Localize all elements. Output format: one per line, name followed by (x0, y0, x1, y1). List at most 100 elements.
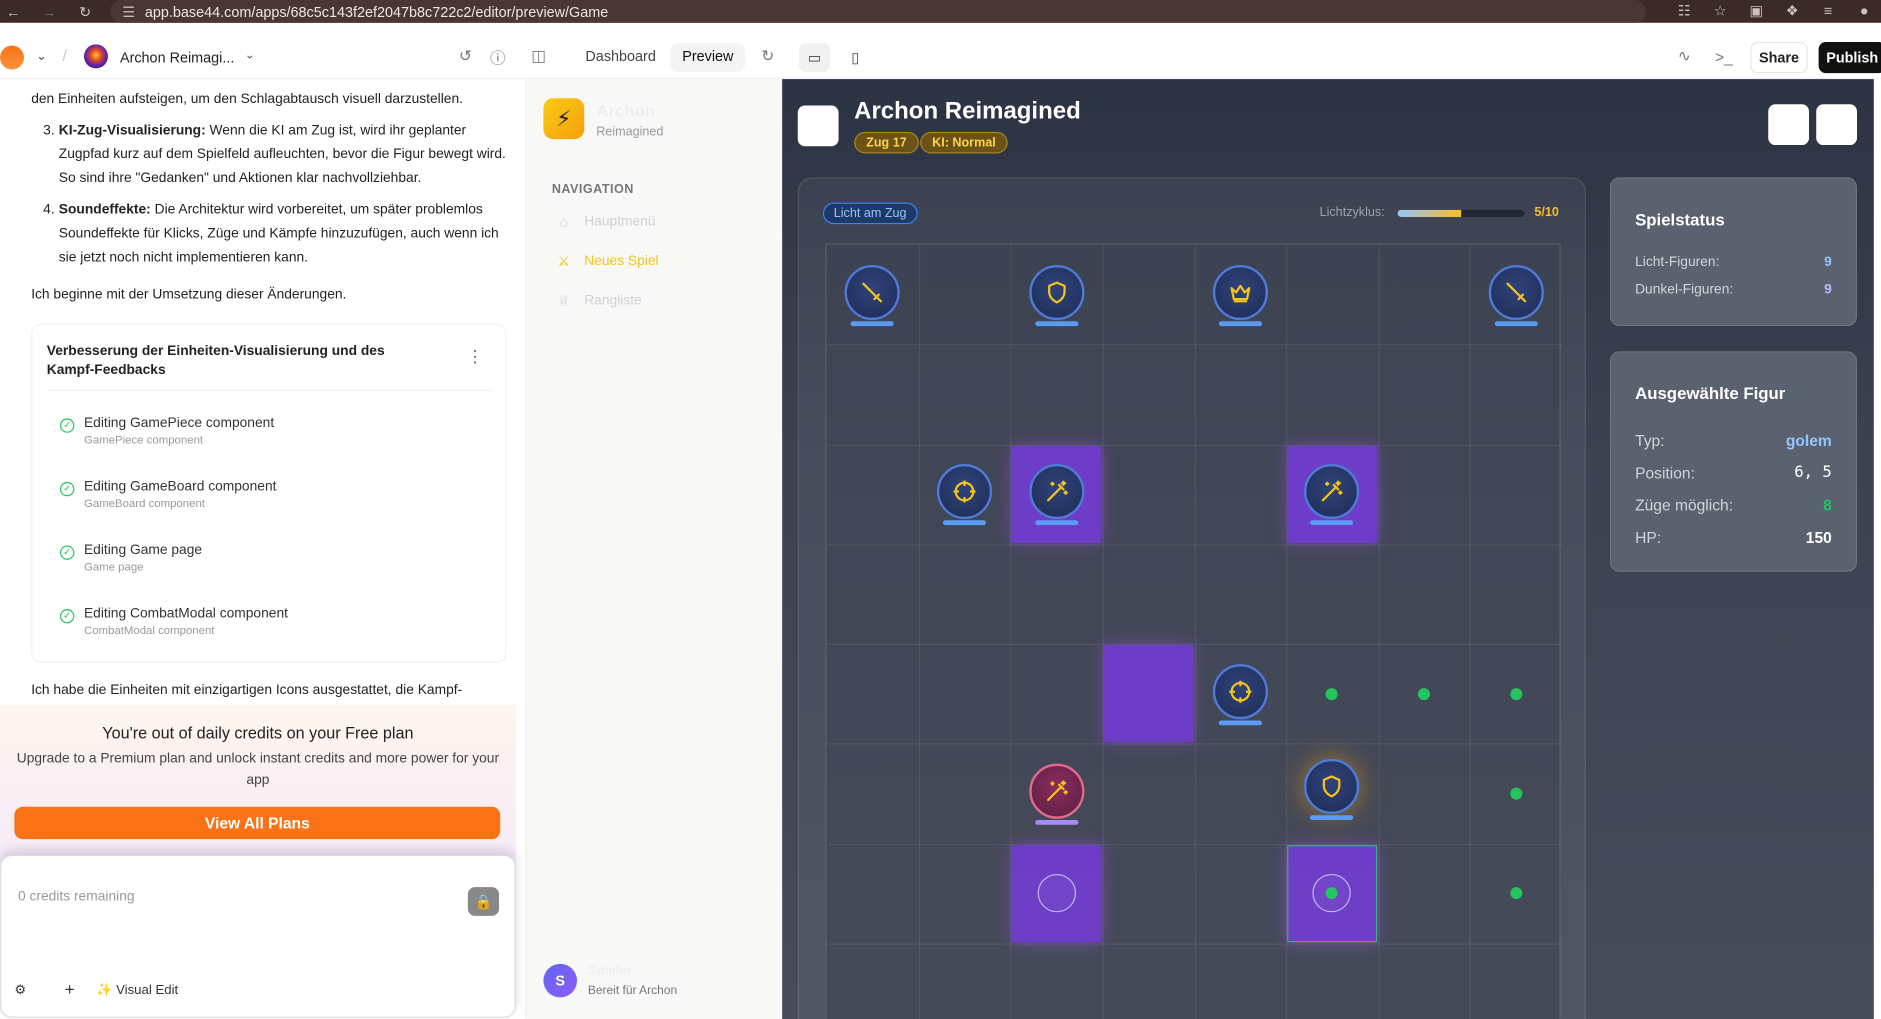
extension-icon[interactable]: ▣ (1747, 1, 1766, 20)
back-icon[interactable]: ← (4, 2, 23, 21)
editor-toolbar (0, 34, 1881, 80)
chat-panel: den Einheiten aufsteigen, um den Schlaga… (0, 79, 525, 1019)
cycle-progress-fill (1397, 209, 1462, 217)
view-all-plans-button[interactable]: View All Plans (14, 806, 501, 840)
chat-list-item: 3. KI-Zug-Visualisierung: Wenn die KI am… (43, 119, 511, 191)
desktop-view-icon[interactable]: ▭ (798, 43, 831, 72)
grid-line (826, 943, 1562, 945)
task-card: Verbesserung der Einheiten-Visualisierun… (31, 323, 507, 663)
game-piece[interactable] (936, 464, 993, 520)
chat-input-box[interactable]: 0 credits remaining 🔒 ⚙ + ✨ Visual Edit (0, 854, 516, 1018)
game-piece[interactable] (1028, 264, 1084, 320)
health-bar (1218, 720, 1262, 725)
grid-line (826, 643, 1562, 645)
game-piece[interactable] (1488, 264, 1544, 320)
selected-row: Position: 6, 5 (1635, 464, 1832, 482)
game-piece[interactable] (1304, 758, 1360, 814)
wand-icon (1043, 778, 1069, 804)
star-icon[interactable]: ☆ (1711, 1, 1730, 20)
publish-button[interactable]: Publish (1818, 41, 1881, 74)
help-icon[interactable]: ⓘ (488, 47, 507, 67)
list-number: 4. (43, 202, 55, 217)
plus-icon[interactable]: + (65, 979, 75, 998)
check-circle-icon: ✓ (59, 609, 75, 624)
valid-move-dot[interactable] (1418, 687, 1431, 700)
page-title: Archon Reimagined (854, 98, 1081, 125)
game-piece[interactable] (844, 264, 901, 320)
highlighted-cell[interactable] (1103, 644, 1194, 743)
terminal-icon[interactable]: >_ (1714, 47, 1733, 66)
share-button[interactable]: Share (1750, 41, 1808, 74)
history-icon[interactable]: ↺ (456, 47, 475, 66)
game-view: Archon Reimagined Zug 17 KI: Normal Lich… (782, 79, 1874, 1019)
divider (46, 389, 491, 391)
sidebar-item-label: Rangliste (584, 293, 642, 309)
health-bar (1034, 320, 1078, 326)
settings-button[interactable] (1816, 104, 1858, 146)
game-piece[interactable] (1212, 663, 1268, 719)
grid-line (1378, 244, 1380, 1019)
sidebar-item-hauptmenu[interactable]: ⌂ Hauptmenü (555, 213, 655, 230)
address-bar[interactable]: ☰ app.base44.com/apps/68c5c143f2ef2047b8… (110, 0, 1646, 23)
sword-icon (859, 279, 885, 305)
valid-move-dot[interactable] (1509, 887, 1522, 900)
translate-icon[interactable]: ☷ (1675, 1, 1694, 20)
tab-dashboard[interactable]: Dashboard (573, 43, 667, 72)
step-sub: CombatModal component (83, 624, 215, 638)
game-piece[interactable] (1028, 763, 1084, 819)
project-chevron-icon[interactable]: ⌄ (245, 49, 255, 62)
selected-value: 8 (1823, 496, 1832, 515)
project-name[interactable]: Archon Reimagi... (120, 49, 234, 66)
valid-move-dot[interactable] (1326, 687, 1339, 700)
valid-move-dot[interactable] (1509, 787, 1522, 800)
turn-indicator: Licht am Zug (822, 202, 918, 225)
sidebar-item-rangliste[interactable]: ♕ Rangliste (555, 293, 641, 310)
selected-value: golem (1785, 431, 1832, 450)
item-title: KI-Zug-Visualisierung: (58, 123, 206, 138)
sidebar-toggle-icon[interactable]: ◫ (529, 47, 548, 66)
settings-icon[interactable]: ⚙ (14, 982, 26, 997)
game-piece[interactable] (1212, 264, 1268, 320)
forward-icon[interactable]: → (40, 2, 59, 21)
cycle-label: Lichtzyklus: (1319, 204, 1385, 220)
check-circle-icon: ✓ (59, 418, 75, 433)
refresh-icon[interactable]: ↻ (758, 47, 777, 66)
sound-button[interactable] (1768, 104, 1810, 146)
app-subtitle: Reimagined (596, 124, 664, 140)
reload-icon[interactable]: ↻ (76, 2, 95, 21)
valid-move-dot[interactable] (1509, 687, 1522, 700)
site-info-icon[interactable]: ☰ (122, 3, 135, 20)
swords-icon: ⚔ (557, 252, 571, 270)
back-button[interactable] (797, 105, 839, 147)
avatar[interactable]: S (543, 963, 578, 998)
grid-line (918, 244, 920, 1019)
item-title: Soundeffekte: (58, 202, 151, 217)
puzzle-icon[interactable]: ❖ (1783, 1, 1802, 20)
game-board[interactable] (825, 243, 1562, 1019)
chat-intro-line: den Einheiten aufsteigen, um den Schlaga… (31, 92, 463, 107)
reading-list-icon[interactable]: ≡ (1819, 1, 1838, 20)
more-options-icon[interactable]: ⋮ (467, 346, 484, 366)
grid-line (1194, 244, 1196, 1019)
status-title: Spielstatus (1635, 209, 1725, 229)
visual-edit-button[interactable]: ✨ Visual Edit (96, 982, 178, 997)
base44-logo[interactable] (0, 45, 24, 70)
empty-slot-ring (1037, 874, 1076, 913)
mobile-view-icon[interactable]: ▯ (840, 43, 871, 72)
sword-icon (1503, 279, 1529, 305)
profile-icon[interactable]: ● (1855, 1, 1874, 20)
health-bar (1310, 815, 1354, 820)
sidebar-item-label: Neues Spiel (584, 254, 659, 269)
game-piece[interactable] (1028, 464, 1084, 520)
step-label: Editing GameBoard component (83, 479, 277, 494)
chevron-down-icon[interactable]: ⌄ (36, 48, 47, 63)
sidebar-item-neues-spiel[interactable]: ⚔ Neues Spiel (538, 243, 779, 280)
step-label: Editing GamePiece component (83, 415, 275, 431)
health-bar (850, 320, 895, 326)
task-card-title: Verbesserung der Einheiten-Visualisierun… (46, 344, 385, 378)
activity-icon[interactable]: ∿ (1675, 47, 1694, 66)
tab-preview[interactable]: Preview (670, 43, 746, 72)
lock-icon[interactable]: 🔒 (467, 887, 500, 916)
step-label: Editing CombatModal component (83, 606, 288, 621)
project-avatar (83, 44, 108, 69)
